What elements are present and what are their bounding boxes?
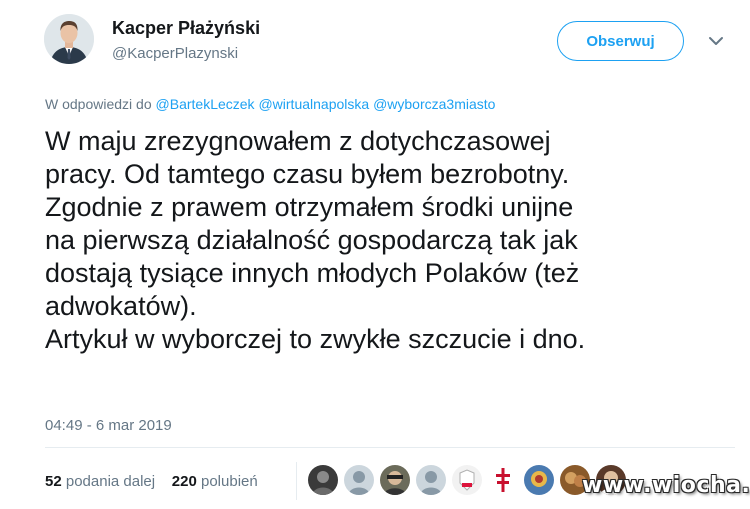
retweets-stat[interactable]: 52 podania dalej [45, 473, 159, 490]
author-handle[interactable]: @KacperPlazynski [112, 45, 238, 62]
watermark: www.wiocha.pl [582, 473, 750, 498]
retweets-label: podania dalej [65, 473, 156, 490]
follow-button[interactable]: Obserwuj [557, 21, 684, 61]
liker-avatar[interactable] [416, 465, 446, 495]
mention-link[interactable]: @wirtualnapolska [258, 96, 369, 112]
divider [45, 447, 735, 448]
liker-avatar[interactable] [308, 465, 338, 495]
stats-separator [296, 462, 297, 500]
tweet-line: dostają tysiące innych młodych Polaków (… [45, 258, 580, 288]
likes-stat[interactable]: 220 polubień [172, 473, 258, 490]
reply-context: W odpowiedzi do @BartekLeczek @wirtualna… [45, 96, 495, 112]
author-name[interactable]: Kacper Płażyński [112, 18, 260, 39]
tweet-timestamp[interactable]: 04:49 - 6 mar 2019 [45, 417, 172, 434]
liker-avatar[interactable] [380, 465, 410, 495]
liker-avatar[interactable] [488, 465, 518, 495]
reply-prefix: W odpowiedzi do [45, 96, 152, 112]
likes-count: 220 [171, 473, 197, 490]
mention-link[interactable]: @BartekLeczek [156, 96, 255, 112]
tweet-line: Artykuł w wyborczej to zwykłe szczucie i… [45, 324, 586, 354]
tweet-stats: 52 podania dalej 220 polubień [45, 473, 258, 490]
liker-avatar[interactable] [524, 465, 554, 495]
chevron-down-icon[interactable] [706, 33, 726, 49]
tweet-line: W maju zrezygnowałem z dotychczasowej [45, 126, 551, 156]
mention-link[interactable]: @wyborcza3miasto [373, 96, 495, 112]
liker-avatar[interactable] [452, 465, 482, 495]
tweet-line: na pierwszą działalność gospodarczą tak … [45, 225, 578, 255]
tweet-line: Zgodnie z prawem otrzymałem środki unijn… [45, 192, 574, 222]
tweet-line: adwokatów). [45, 291, 197, 321]
retweets-count: 52 [45, 473, 62, 490]
tweet-text: W maju zrezygnowałem z dotychczasowej pr… [45, 125, 735, 356]
author-avatar[interactable] [44, 14, 94, 64]
liker-avatar[interactable] [344, 465, 374, 495]
likes-label: polubień [201, 473, 258, 490]
tweet-header: Kacper Płażyński @KacperPlazynski Obserw… [0, 0, 750, 90]
tweet-line: pracy. Od tamtego czasu byłem bezrobotny… [45, 159, 570, 189]
